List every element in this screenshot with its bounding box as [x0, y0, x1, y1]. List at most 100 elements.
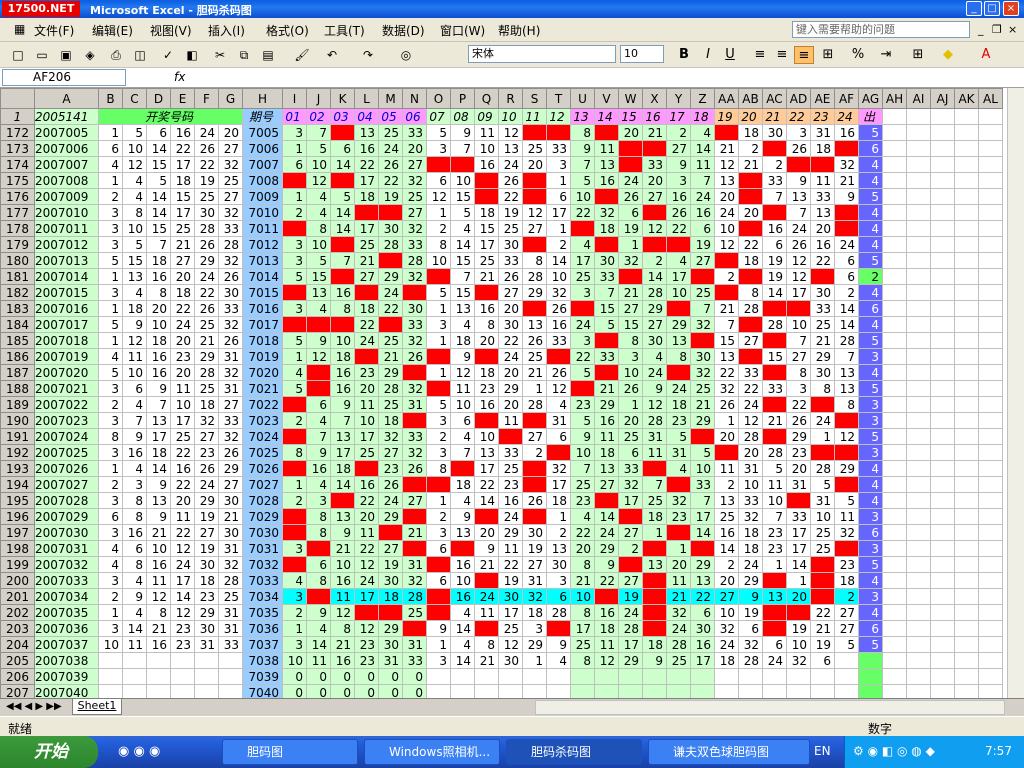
kill-number-cell[interactable]: 13 — [834, 364, 859, 381]
kill-number-cell[interactable] — [786, 684, 811, 698]
kill-number-cell[interactable]: 20 — [786, 460, 811, 477]
font-color-icon[interactable]: A — [976, 46, 996, 64]
align-left-icon[interactable]: ≡ — [750, 46, 770, 64]
kill-number-cell[interactable]: 26 — [378, 476, 403, 493]
period-cell[interactable]: 7024 — [242, 428, 283, 445]
kill-number-cell[interactable]: 22 — [522, 124, 547, 141]
kill-number-cell[interactable]: 22 — [810, 268, 835, 285]
tab-nav-icon[interactable]: ◀◀ ◀ ▶ ▶▶ — [6, 701, 62, 712]
empty-cell[interactable] — [954, 332, 979, 349]
draw-number-cell[interactable]: 9 — [122, 428, 147, 445]
count-cell[interactable]: 6 — [858, 524, 883, 541]
kill-number-cell[interactable]: 33 — [786, 508, 811, 525]
kill-number-cell[interactable]: 15 — [330, 236, 355, 253]
draw-number-cell[interactable]: 11 — [122, 636, 147, 653]
kill-number-cell[interactable]: 10 — [786, 316, 811, 333]
empty-cell[interactable] — [930, 476, 955, 493]
kill-number-cell[interactable]: 1 — [282, 620, 307, 637]
draw-number-cell[interactable]: 26 — [194, 300, 219, 317]
kill-number-cell[interactable] — [738, 684, 763, 698]
kill-number-cell[interactable]: 9 — [594, 364, 619, 381]
kill-number-cell[interactable]: 3 — [282, 300, 307, 317]
kill-number-cell[interactable]: 18 — [642, 508, 667, 525]
task-excel[interactable]: 胆码杀码图 — [506, 739, 642, 765]
kill-number-cell[interactable]: 14 — [330, 156, 355, 173]
row-header[interactable]: 190 — [0, 412, 35, 429]
period-cell[interactable]: 7021 — [242, 380, 283, 397]
kill-number-cell[interactable]: 33 — [642, 156, 667, 173]
kill-number-cell[interactable]: 31 — [666, 444, 691, 461]
draw-number-cell[interactable]: 22 — [170, 300, 195, 317]
kill-number-cell[interactable]: 4 — [282, 572, 307, 589]
kill-number-cell[interactable]: 20 — [714, 428, 739, 445]
kill-number-cell[interactable]: 4 — [570, 236, 595, 253]
kill-number-cell[interactable]: 27 — [522, 172, 547, 189]
draw-number-cell[interactable] — [122, 668, 147, 685]
kill-number-cell[interactable]: 10 — [714, 604, 739, 621]
draw-number-cell[interactable]: 10 — [122, 364, 147, 381]
draw-number-cell[interactable]: 32 — [218, 252, 243, 269]
kill-number-cell[interactable]: 25 — [402, 188, 427, 205]
empty-cell[interactable] — [930, 124, 955, 141]
draw-number-cell[interactable]: 24 — [170, 556, 195, 573]
empty-cell[interactable] — [906, 172, 931, 189]
minimize-button[interactable]: _ — [966, 1, 982, 16]
underline-button[interactable]: U — [720, 46, 740, 64]
kill-number-cell[interactable]: 20 — [474, 332, 499, 349]
kill-number-cell[interactable]: 18 — [594, 620, 619, 637]
kill-number-cell[interactable]: 5 — [330, 188, 355, 205]
kill-number-cell[interactable]: 2 — [642, 252, 667, 269]
kill-number-cell[interactable]: 20 — [618, 124, 643, 141]
period-cell[interactable]: 7023 — [242, 412, 283, 429]
period-cell[interactable]: 7019 — [242, 348, 283, 365]
date-cell[interactable]: 2007031 — [34, 540, 99, 557]
research-icon[interactable]: ◧ — [184, 47, 200, 63]
kill-number-cell[interactable]: 20 — [834, 476, 859, 493]
count-cell[interactable] — [858, 684, 883, 698]
kill-number-cell[interactable] — [714, 668, 739, 685]
period-cell[interactable]: 7035 — [242, 604, 283, 621]
kill-number-cell[interactable]: 30 — [522, 524, 547, 541]
empty-cell[interactable] — [930, 684, 955, 698]
kill-number-cell[interactable]: 0 — [354, 668, 379, 685]
quick-launch-icon[interactable]: ◉ ◉ ◉ — [118, 744, 160, 759]
kill-number-cell[interactable]: 31 — [546, 412, 571, 429]
kill-number-cell[interactable]: 0 — [354, 684, 379, 698]
kill-number-cell[interactable]: 7 — [690, 300, 715, 317]
kill-number-cell[interactable]: 12 — [330, 604, 355, 621]
kill-number-cell[interactable]: 6 — [762, 636, 787, 653]
row-header[interactable]: 192 — [0, 444, 35, 461]
kill-number-cell[interactable]: 13 — [714, 348, 739, 365]
kill-number-cell[interactable]: 7 — [786, 204, 811, 221]
kill-number-cell[interactable]: 10 — [474, 428, 499, 445]
header-cell[interactable]: 07 — [426, 108, 451, 125]
kill-number-cell[interactable]: 15 — [474, 220, 499, 237]
empty-cell[interactable] — [930, 332, 955, 349]
empty-cell[interactable] — [954, 140, 979, 157]
kill-number-cell[interactable]: 5 — [282, 380, 307, 397]
menu-tools[interactable]: 工具(T) — [324, 22, 365, 39]
draw-number-cell[interactable]: 17 — [170, 156, 195, 173]
kill-number-cell[interactable]: 10 — [354, 412, 379, 429]
draw-number-cell[interactable]: 8 — [98, 428, 123, 445]
header-cell[interactable]: 22 — [786, 108, 811, 125]
kill-number-cell[interactable]: 25 — [378, 204, 403, 221]
merge-center-icon[interactable]: ⊞ — [818, 46, 838, 64]
empty-cell[interactable] — [882, 412, 907, 429]
kill-number-cell[interactable]: 14 — [306, 636, 331, 653]
kill-number-cell[interactable]: 17 — [570, 252, 595, 269]
period-cell[interactable]: 7036 — [242, 620, 283, 637]
empty-cell[interactable] — [906, 444, 931, 461]
kill-number-cell[interactable]: 7 — [834, 348, 859, 365]
kill-number-cell[interactable]: 22 — [642, 140, 667, 157]
draw-number-cell[interactable]: 18 — [170, 284, 195, 301]
draw-number-cell[interactable]: 8 — [122, 556, 147, 573]
empty-cell[interactable] — [906, 188, 931, 205]
column-header[interactable]: Q — [474, 88, 499, 109]
empty-cell[interactable] — [906, 636, 931, 653]
empty-cell[interactable] — [882, 124, 907, 141]
kill-number-cell[interactable]: 16 — [474, 396, 499, 413]
kill-number-cell[interactable]: 18 — [594, 220, 619, 237]
kill-number-cell[interactable]: 10 — [450, 172, 475, 189]
date-cell[interactable]: 2007012 — [34, 236, 99, 253]
